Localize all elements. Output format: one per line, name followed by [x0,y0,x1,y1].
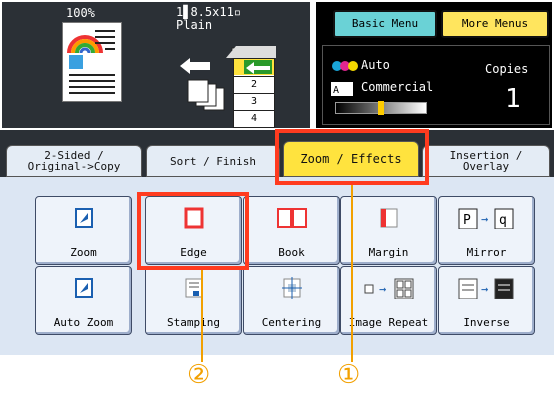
tab-label: Insertion / Overlay [449,149,523,173]
rainbow-document-icon [67,30,115,94]
stamping-label: Stamping [167,316,220,329]
tab-label: 2-Sided / Original->Copy [27,149,121,173]
svg-text:q: q [499,213,507,228]
tray-4[interactable]: 4 [234,110,274,127]
auto-zoom-button[interactable]: Auto Zoom [35,266,132,335]
more-menus-button[interactable]: More Menus [441,10,549,38]
stamping-button[interactable]: Stamping [145,266,242,335]
zoom-button[interactable]: Zoom [35,196,132,265]
centering-label: Centering [261,316,322,329]
callout-line-2 [201,270,203,362]
original-type-icon: A [331,82,353,96]
inverse-button[interactable]: → Inverse [438,266,535,335]
centering-icon [282,277,302,299]
callout-1: ① [337,360,361,390]
zoom-icon [75,208,93,228]
paper-size: 1▋8.5x11▫ [176,5,242,19]
mirror-button[interactable]: P → q Mirror [438,196,535,265]
svg-text:→: → [481,282,488,296]
highlight-zoom-effects [275,129,429,185]
svg-text:P: P [463,213,471,228]
inverse-icon: → [458,278,514,299]
callout-2: ② [187,360,211,390]
copies-label: Copies [485,62,529,76]
tab-2-sided[interactable]: 2-Sided / Original->Copy [6,145,142,177]
original-preview [62,22,122,102]
svg-text:→: → [379,282,386,296]
color-mode-icon [332,61,358,71]
color-mode-label: Auto [361,58,390,72]
tab-sort-finish[interactable]: Sort / Finish [146,145,280,177]
mirror-icon: P → q [458,208,514,229]
tray-2[interactable]: 2 [234,76,274,93]
image-repeat-label: Image Repeat [348,316,429,329]
tab-insertion-overlay[interactable]: Insertion / Overlay [422,145,550,177]
book-button[interactable]: Book [243,196,340,265]
book-icon [277,208,307,228]
quality-label: Commercial [361,80,434,94]
copies-value: 1 [505,84,521,114]
auto-zoom-icon [75,278,93,298]
image-repeat-icon: → [364,278,414,299]
copy-info-box: Auto Copies A Commercial 1 [322,45,550,125]
image-repeat-button[interactable]: → Image Repeat [340,266,437,335]
centering-button[interactable]: Centering [243,266,340,335]
mirror-label: Mirror [466,246,507,259]
margin-label: Margin [368,246,409,259]
book-label: Book [278,246,305,259]
margin-icon [380,208,398,228]
tab-label: Sort / Finish [169,154,257,168]
basic-menu-button[interactable]: Basic Menu [333,10,437,38]
margin-button[interactable]: Margin [340,196,437,265]
svg-text:→: → [481,212,488,226]
arrow-left-icon [244,60,272,74]
zoom-label: Zoom [70,246,97,259]
paper-info: 1▋8.5x11▫ Plain [176,6,241,32]
inverse-label: Inverse [463,316,510,329]
density-slider[interactable] [335,101,427,115]
auto-zoom-label: Auto Zoom [53,316,114,329]
svg-text:A: A [333,85,339,96]
tray-3[interactable]: 3 [234,93,274,110]
highlight-edge [137,192,249,270]
paper-type: Plain [176,18,213,32]
zoom-readout: 100% [66,6,95,20]
callout-line-1 [351,185,353,362]
